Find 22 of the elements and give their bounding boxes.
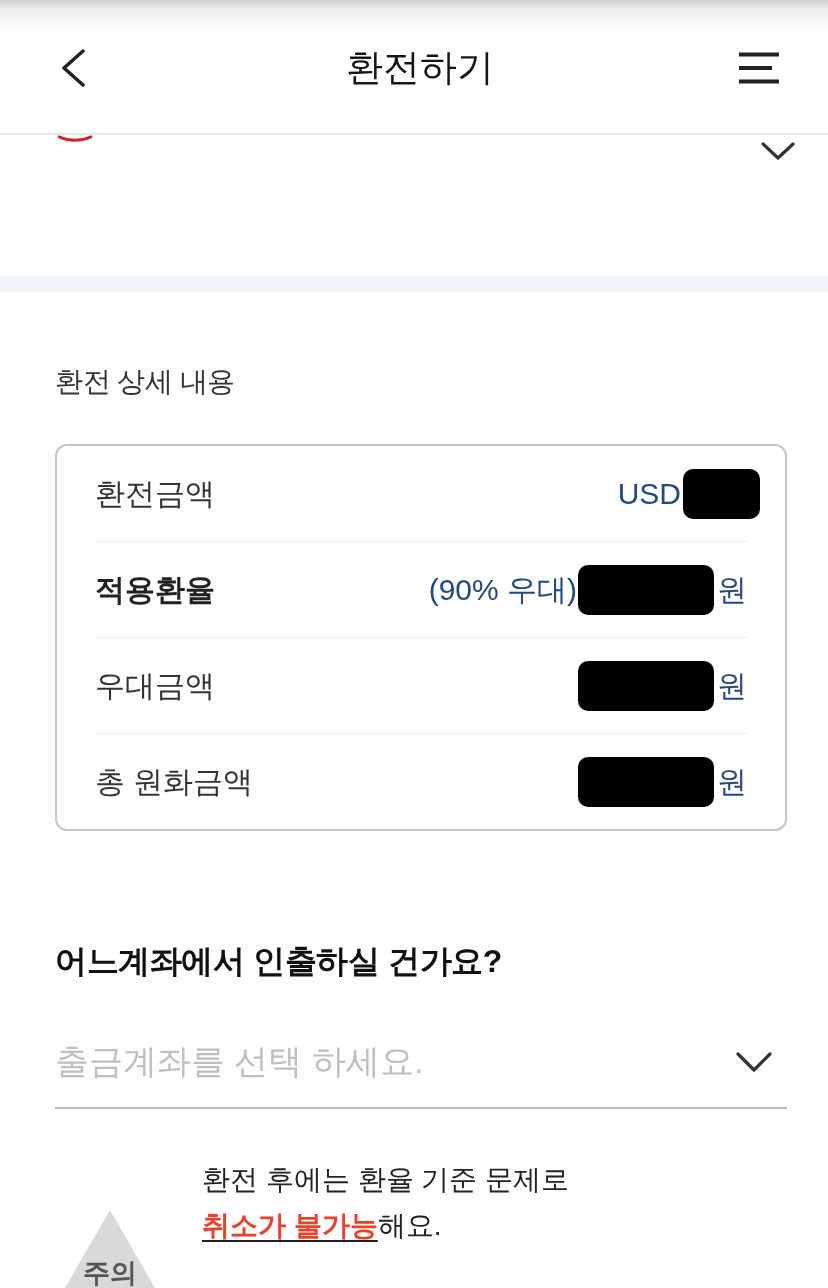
caution-badge: 주의 — [65, 1210, 155, 1288]
row-label: 적용환율 — [95, 571, 215, 608]
unit-text: 원 — [717, 667, 747, 704]
menu-button[interactable] — [738, 52, 780, 84]
row-label: 우대금액 — [95, 667, 215, 704]
account-select[interactable]: 출금계좌를 선택 하세요. — [55, 1017, 787, 1109]
chevron-down-icon — [736, 1052, 772, 1072]
question-heading: 어느계좌에서 인출하실 건가요? — [55, 942, 503, 981]
row-label: 총 원화금액 — [95, 763, 254, 800]
back-button[interactable] — [60, 49, 86, 87]
arc-icon — [56, 135, 94, 143]
unit-text: 원 — [717, 571, 747, 608]
menu-icon — [738, 52, 780, 84]
row-label: 환전금액 — [95, 475, 215, 512]
value-text: (90% 우대) — [428, 571, 577, 608]
unit-text: 원 — [717, 763, 747, 800]
back-icon — [60, 49, 86, 87]
page-title: 환전하기 — [346, 46, 494, 90]
value-text: USD — [617, 475, 681, 512]
section-title: 환전 상세 내용 — [55, 365, 236, 399]
chevron-down-icon[interactable] — [761, 142, 795, 160]
notice-text: 환전 후에는 환율 기준 문제로 취소가 불가능해요. — [202, 1163, 571, 1243]
